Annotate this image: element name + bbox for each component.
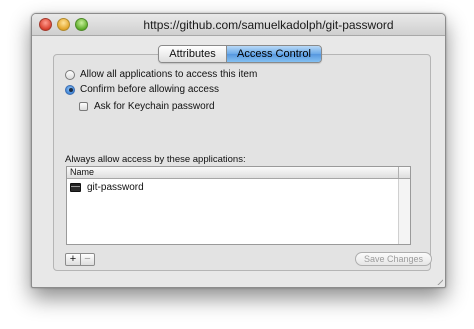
- keychain-item-window: https://github.com/samuelkadolph/git-pas…: [31, 13, 446, 288]
- remove-app-button[interactable]: −: [80, 254, 94, 265]
- tab-bar: Attributes Access Control: [158, 45, 322, 63]
- confirm-label: Confirm before allowing access: [80, 84, 219, 95]
- zoom-window-button[interactable]: [75, 18, 88, 31]
- allow-all-radio[interactable]: [65, 69, 75, 80]
- table-corner: [398, 167, 410, 178]
- app-name: git-password: [87, 182, 144, 193]
- confirm-radio[interactable]: [65, 84, 75, 95]
- allow-all-option[interactable]: Allow all applications to access this it…: [65, 69, 257, 80]
- close-window-button[interactable]: [39, 18, 52, 31]
- resize-grip-icon[interactable]: [433, 275, 443, 285]
- add-app-button[interactable]: +: [66, 254, 80, 265]
- ask-keychain-password-label: Ask for Keychain password: [94, 101, 215, 112]
- title-bar[interactable]: https://github.com/samuelkadolph/git-pas…: [32, 14, 445, 36]
- confirm-option[interactable]: Confirm before allowing access: [65, 84, 219, 95]
- allowed-apps-table[interactable]: Name git-password: [66, 166, 411, 245]
- vertical-scrollbar[interactable]: [398, 179, 410, 244]
- tab-access-control[interactable]: Access Control: [227, 46, 321, 62]
- save-changes-button[interactable]: Save Changes: [355, 252, 432, 266]
- terminal-app-icon: [70, 183, 81, 192]
- window-title: https://github.com/samuelkadolph/git-pas…: [143, 18, 394, 32]
- allow-all-label: Allow all applications to access this it…: [80, 69, 258, 80]
- table-row[interactable]: git-password: [70, 182, 144, 193]
- ask-keychain-password-checkbox[interactable]: [79, 102, 88, 111]
- minimize-window-button[interactable]: [57, 18, 70, 31]
- add-remove-controls: + −: [65, 253, 95, 266]
- name-column-header[interactable]: Name: [67, 167, 410, 179]
- allowed-apps-label: Always allow access by these application…: [65, 154, 246, 165]
- access-control-panel: Allow all applications to access this it…: [53, 54, 432, 271]
- tab-attributes[interactable]: Attributes: [159, 46, 227, 62]
- ask-keychain-password-option[interactable]: Ask for Keychain password: [79, 101, 215, 112]
